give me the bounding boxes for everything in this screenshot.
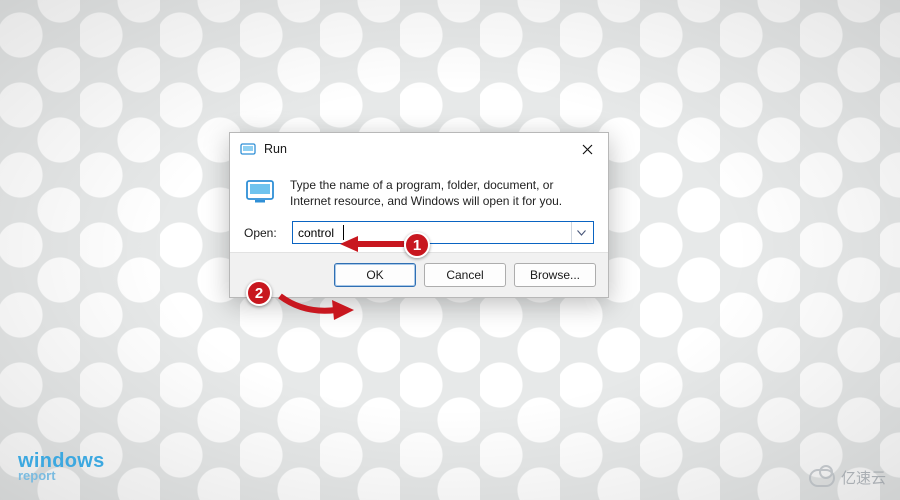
open-label: Open: (244, 226, 282, 240)
cloud-icon (809, 469, 835, 487)
button-row: OK Cancel Browse... (230, 252, 608, 297)
ok-button[interactable]: OK (334, 263, 416, 287)
open-input[interactable] (293, 222, 571, 243)
cancel-button[interactable]: Cancel (424, 263, 506, 287)
watermark-yisuyun: 亿速云 (809, 467, 886, 488)
dialog-title: Run (264, 142, 574, 156)
open-combobox[interactable] (292, 221, 594, 244)
watermark-windows-report: windows report (18, 451, 105, 482)
run-title-icon (240, 141, 256, 157)
text-cursor (343, 225, 344, 240)
close-button[interactable] (574, 139, 600, 159)
titlebar[interactable]: Run (230, 133, 608, 163)
annotation-badge-1: 1 (404, 232, 430, 258)
browse-button[interactable]: Browse... (514, 263, 596, 287)
annotation-badge-2: 2 (246, 280, 272, 306)
run-dialog: Run Type the name of a program, folder, … (229, 132, 609, 298)
dialog-description: Type the name of a program, folder, docu… (290, 177, 594, 209)
run-body-icon (244, 177, 278, 207)
watermark-right-text: 亿速云 (841, 467, 886, 488)
combobox-caret[interactable] (571, 222, 591, 243)
